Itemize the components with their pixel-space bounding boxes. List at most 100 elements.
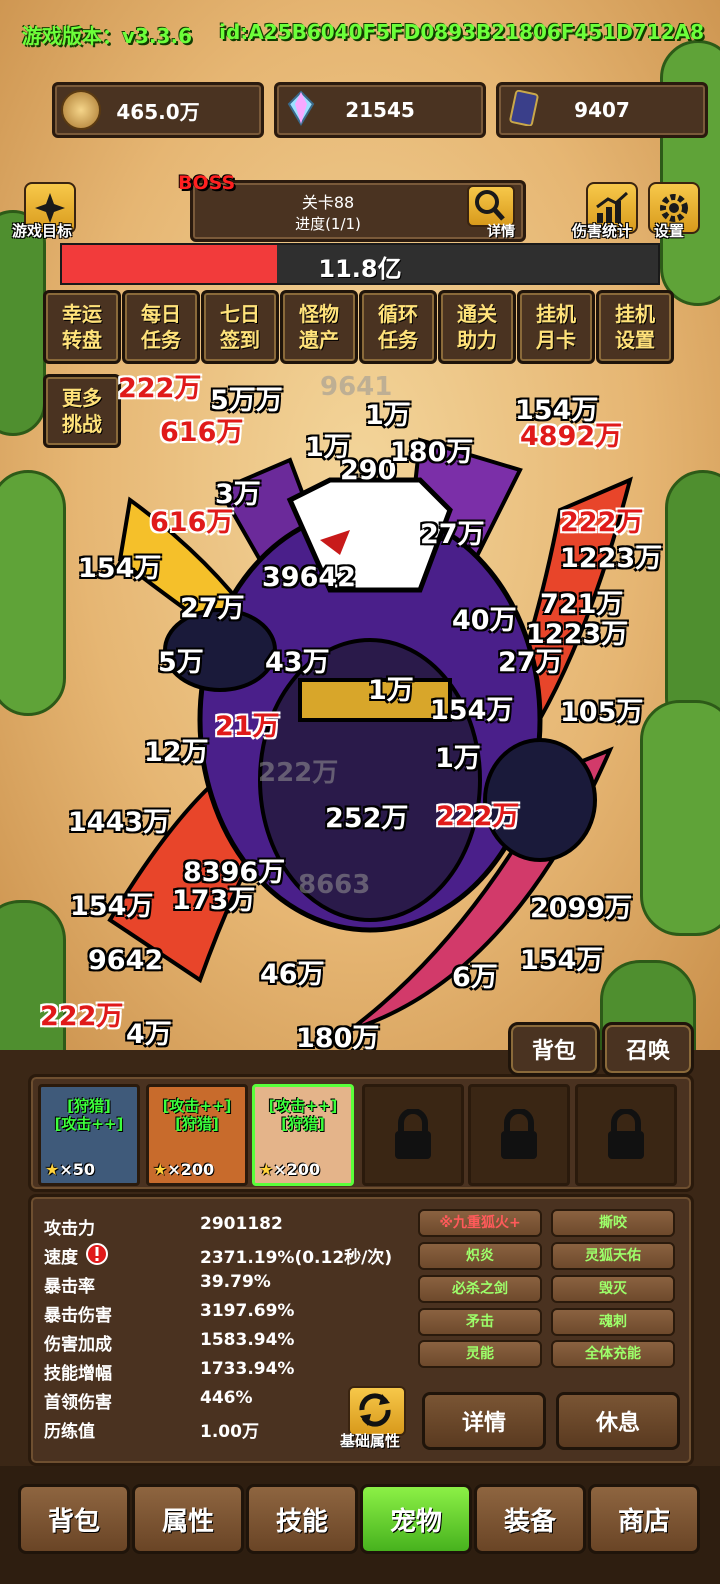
detail-button[interactable]: 详情 <box>422 1392 546 1450</box>
menu-button-label: 签到 <box>220 328 260 352</box>
skill-badge[interactable]: ※九重狐火+ <box>418 1209 542 1237</box>
tab-5[interactable]: 商店 <box>588 1484 700 1554</box>
menu-button-label: 怪物 <box>299 302 339 326</box>
skill-badge[interactable]: 全体充能 <box>551 1340 675 1368</box>
menu-button-label: 任务 <box>141 328 181 352</box>
speed-warning-icon <box>86 1243 108 1265</box>
pet-traits: [狩猎] [攻击++] <box>45 1097 133 1133</box>
crystal-value: 21545 <box>345 98 415 122</box>
star-icon: ★ <box>45 1160 60 1179</box>
cactus-decoration <box>0 900 66 1060</box>
damage-number: 4万 <box>126 1019 172 1050</box>
pet-trait-label: [攻击++] <box>268 1097 338 1115</box>
tab-1[interactable]: 属性 <box>132 1484 244 1554</box>
damage-number: 40万 <box>452 605 517 636</box>
skill-badge[interactable]: 灵能 <box>418 1340 542 1368</box>
damage-number: 616万 <box>150 507 234 538</box>
damage-number: 39642 <box>262 562 356 593</box>
damage-number: 1万 <box>365 400 411 431</box>
damage-number: 1223万 <box>560 543 663 574</box>
pet-slot-locked[interactable] <box>468 1084 570 1186</box>
pet-count-value: ×200 <box>167 1160 215 1179</box>
pet-slot-locked[interactable] <box>575 1084 677 1186</box>
damage-number: 222万 <box>560 507 644 538</box>
tab-0[interactable]: 背包 <box>18 1484 130 1554</box>
damage-number: 21万 <box>215 711 280 742</box>
skill-badge[interactable]: 矛击 <box>418 1308 542 1336</box>
stat-value: 2371.19%(0.12秒/次) <box>200 1248 393 1268</box>
skill-badge[interactable]: 炽炎 <box>418 1242 542 1270</box>
damage-number: 616万 <box>160 417 244 448</box>
stage-info: 关卡88 进度(1/1) 详情 <box>190 180 526 242</box>
menu-button[interactable]: 挂机 月卡 <box>517 290 595 364</box>
menu-button-label: 幸运 <box>62 302 102 326</box>
stat-label: 暴击率 <box>44 1277 95 1297</box>
menu-button[interactable]: 通关 助力 <box>438 290 516 364</box>
crystal-resource: 21545 <box>274 82 486 138</box>
damage-number: 222万 <box>258 758 339 788</box>
damage-number: 27万 <box>180 593 245 624</box>
menu-button[interactable]: 怪物 遗产 <box>280 290 358 364</box>
menu-button[interactable]: 每日 任务 <box>122 290 200 364</box>
pet-slot[interactable]: [攻击++] [狩猎] ★×200 <box>146 1084 248 1186</box>
coin-resource: 465.0万 <box>52 82 264 138</box>
damage-number: 154万 <box>430 695 514 726</box>
summon-button[interactable]: 召唤 <box>602 1022 694 1076</box>
base-attribute-button[interactable] <box>348 1386 406 1436</box>
magnifier-icon <box>475 190 505 221</box>
damage-number: 173万 <box>172 885 256 916</box>
damage-stats-label: 伤害统计 <box>572 222 633 240</box>
menu-button[interactable]: 幸运 转盘 <box>43 290 121 364</box>
coin-icon <box>61 90 101 130</box>
skill-badge[interactable]: 必杀之剑 <box>418 1275 542 1303</box>
menu-button[interactable]: 挂机 设置 <box>596 290 674 364</box>
pet-traits: [攻击++] [狩猎] <box>259 1097 347 1133</box>
tab-4[interactable]: 装备 <box>474 1484 586 1554</box>
crystal-icon <box>287 90 315 126</box>
damage-number: 290 <box>340 455 397 486</box>
menu-button-label: 转盘 <box>62 328 102 352</box>
menu-button-label: 七日 <box>220 302 260 326</box>
tab-2[interactable]: 技能 <box>246 1484 358 1554</box>
stat-label: 首领伤害 <box>44 1393 112 1413</box>
player-id: id:A25B6040F5FD0893B21806F451D712A8 <box>219 20 704 44</box>
damage-number: 2099万 <box>530 893 633 924</box>
menu-button-label: 循环 <box>378 302 418 326</box>
bag-button[interactable]: 背包 <box>508 1022 600 1076</box>
pet-slot-locked[interactable] <box>362 1084 464 1186</box>
skill-badge[interactable]: 毁灭 <box>551 1275 675 1303</box>
menu-button-label: 挂机 <box>615 302 655 326</box>
damage-number: 27万 <box>498 647 563 678</box>
stat-label: 攻击力 <box>44 1219 95 1239</box>
damage-number: 1万 <box>435 743 481 774</box>
pet-count: ★×200 <box>259 1160 320 1179</box>
skill-badge[interactable]: 灵狐天佑 <box>551 1242 675 1270</box>
menu-button[interactable]: 循环 任务 <box>359 290 437 364</box>
stat-label: 伤害加成 <box>44 1335 112 1355</box>
menu-button[interactable]: 更多 挑战 <box>43 374 121 448</box>
damage-number: 1443万 <box>68 807 171 838</box>
menu-button[interactable]: 七日 签到 <box>201 290 279 364</box>
menu-button-label: 任务 <box>378 328 418 352</box>
pet-trait-label: [狩猎] <box>175 1115 219 1133</box>
damage-number: 105万 <box>560 697 644 728</box>
stat-value: 2901182 <box>200 1214 283 1234</box>
pet-trait-label: [狩猎] <box>281 1115 325 1133</box>
card-icon <box>509 90 539 126</box>
damage-number: 27万 <box>420 519 485 550</box>
stage-detail-label: 详情 <box>487 224 515 240</box>
pet-count-value: ×200 <box>273 1160 321 1179</box>
pet-slot[interactable]: [攻击++] [狩猎] ★×200 <box>252 1084 354 1186</box>
base-attribute-label: 基础属性 <box>340 1432 401 1450</box>
rest-button[interactable]: 休息 <box>556 1392 680 1450</box>
pet-count: ★×50 <box>45 1160 95 1179</box>
menu-button-label: 通关 <box>457 302 497 326</box>
skill-badge[interactable]: 魂刺 <box>551 1308 675 1336</box>
menu-button-label: 助力 <box>457 328 497 352</box>
tab-3[interactable]: 宠物 <box>360 1484 472 1554</box>
stat-label: 暴击伤害 <box>44 1306 112 1326</box>
skill-badge[interactable]: 撕咬 <box>551 1209 675 1237</box>
lock-icon <box>608 1109 644 1159</box>
pet-slot[interactable]: [狩猎] [攻击++] ★×50 <box>38 1084 140 1186</box>
pet-trait-label: [狩猎] <box>67 1097 111 1115</box>
